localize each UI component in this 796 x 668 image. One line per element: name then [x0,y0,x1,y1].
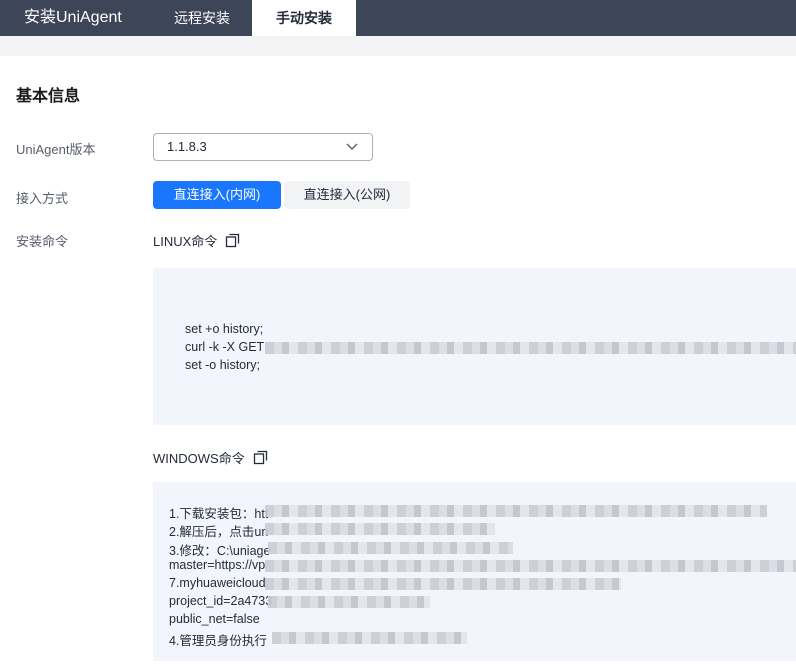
windows-line-5: 7.myhuaweicloud. [169,576,270,590]
windows-line-1: 1.下载安装包：htt [169,507,269,521]
redacted-text [265,578,621,590]
app-title: 安装UniAgent [24,9,122,26]
redacted-text [265,342,796,354]
linux-line-1: set +o history; [185,322,264,336]
redacted-text [268,542,513,554]
windows-line-6: project_id=2a4733 [169,594,273,608]
windows-line-3: 3.修改：C:\uniage [169,544,271,558]
access-mode-label: 接入方式 [16,191,69,206]
version-select-value: 1.1.8.3 [167,139,207,154]
access-option-intranet[interactable]: 直连接入(内网) [153,181,281,209]
linux-command-label: LINUX命令 [153,234,218,249]
redacted-text [265,505,767,517]
redacted-text [268,596,430,608]
redacted-text [265,560,796,572]
windows-line-8: 4.管理员身份执行 [169,634,267,648]
copy-icon[interactable] [225,233,240,248]
top-header: 安装UniAgent 远程安装 手动安装 [0,0,796,36]
section-title: 基本信息 [16,88,81,105]
access-option-public[interactable]: 直连接入(公网) [284,181,410,209]
tab-manual-install[interactable]: 手动安装 [252,0,356,36]
redacted-text [265,523,495,535]
windows-line-7: public_net=false [169,612,260,626]
install-command-label: 安装命令 [16,234,69,249]
tab-remote-install[interactable]: 远程安装 [152,0,252,36]
redacted-text [272,632,467,644]
windows-command-header: WINDOWS命令 [153,448,268,467]
version-select[interactable]: 1.1.8.3 [153,133,373,161]
version-label: UniAgent版本 [16,142,96,157]
windows-line-4: master=https://vp [169,558,266,572]
chevron-down-icon [346,143,358,150]
windows-line-2: 2.解压后，点击un [169,525,269,539]
linux-line-2: curl -k -X GET [185,340,265,354]
linux-line-3: set -o history; [185,358,261,372]
header-divider-strip [0,36,796,56]
copy-icon[interactable] [253,450,268,465]
windows-command-label: WINDOWS命令 [153,451,245,466]
linux-command-header: LINUX命令 [153,231,240,250]
